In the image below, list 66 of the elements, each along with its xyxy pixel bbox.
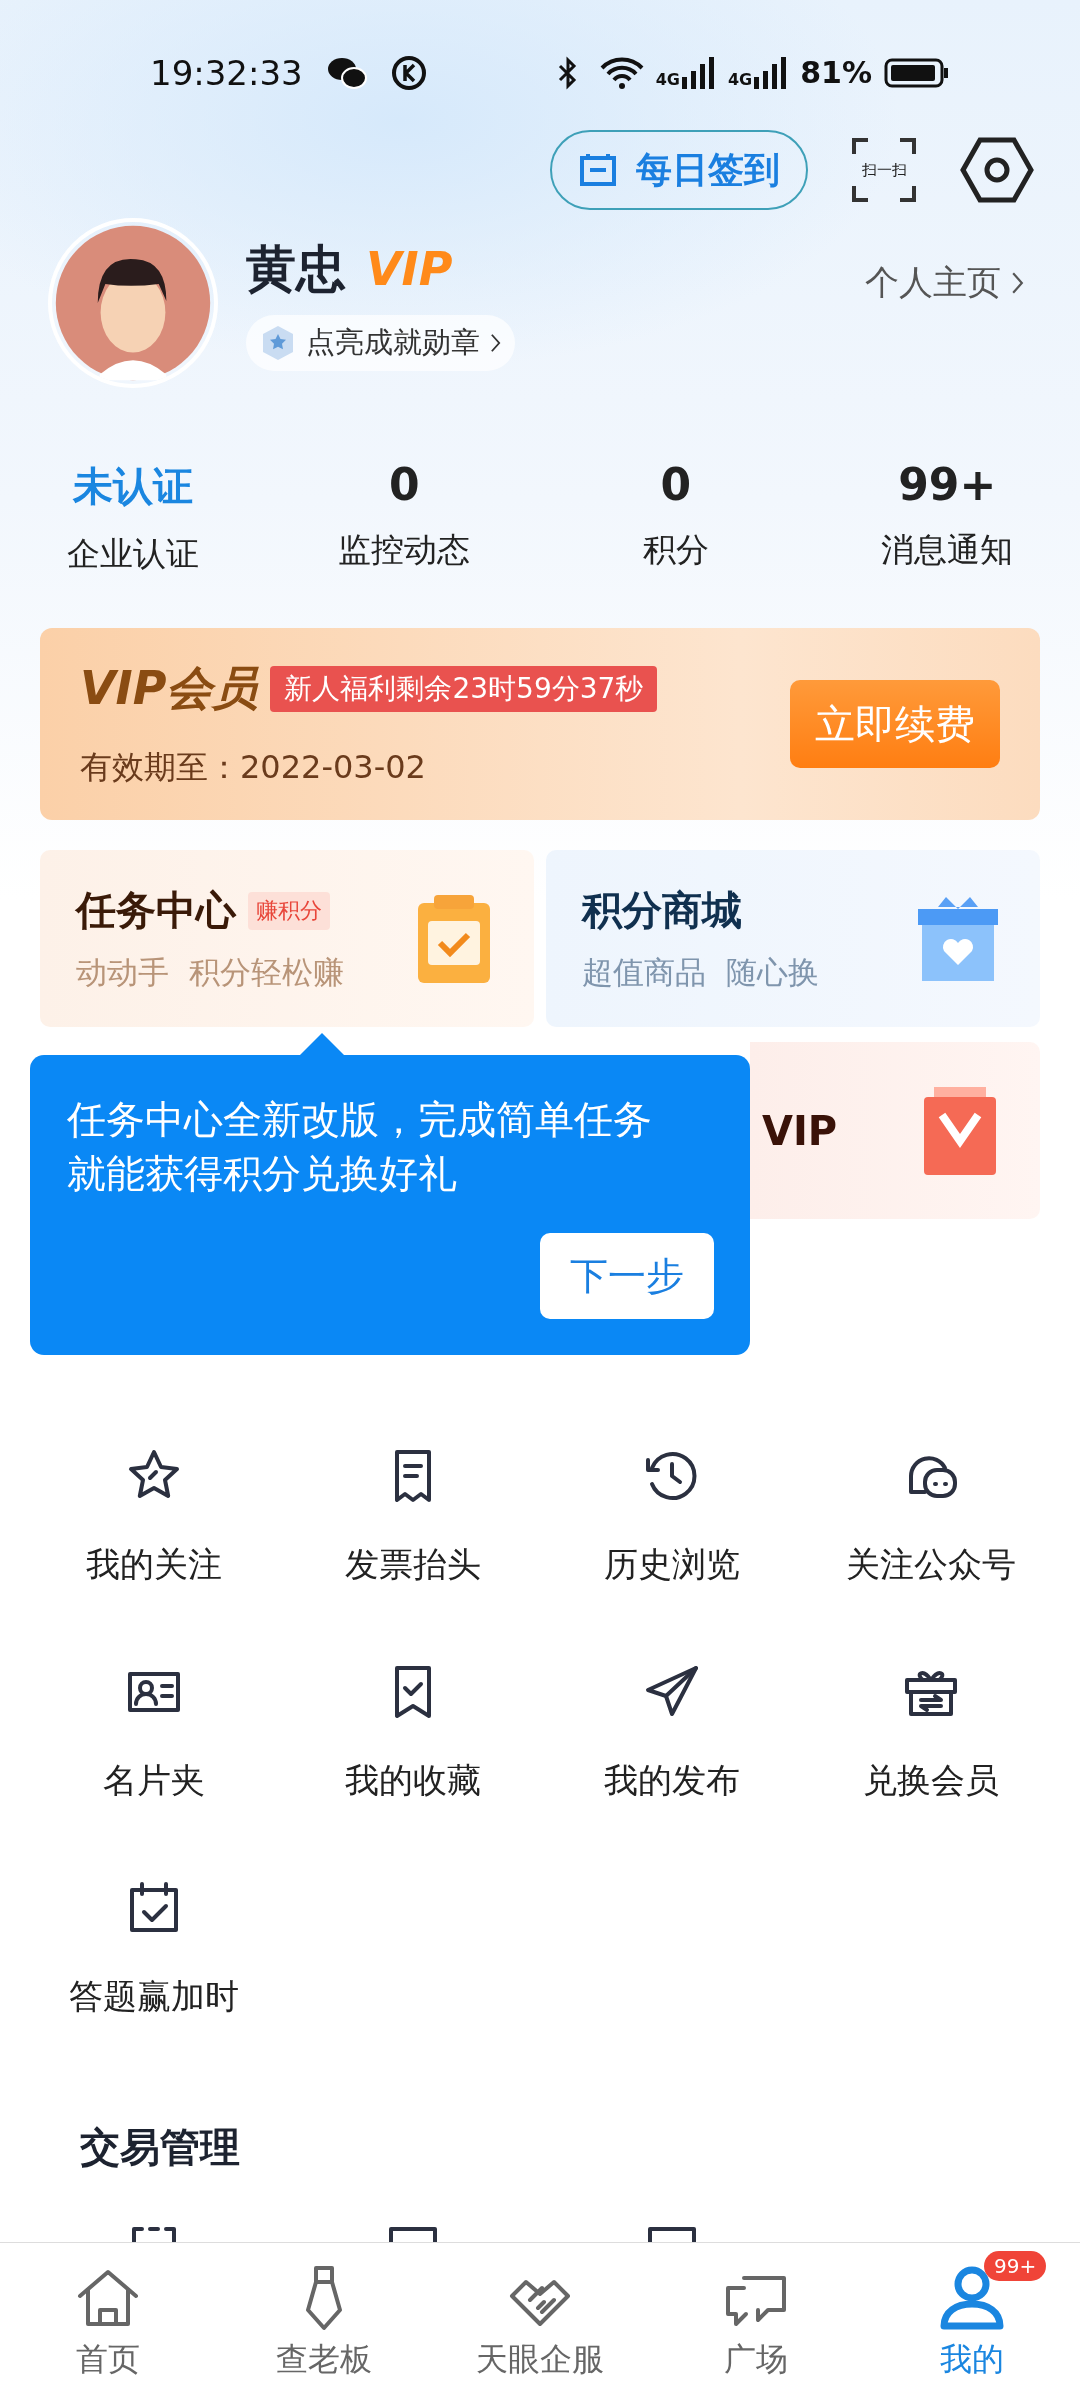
stat-item[interactable]: 未认证 企业认证 — [0, 458, 269, 578]
function-item[interactable]: 我的关注 — [25, 1444, 284, 1588]
daily-checkin-button[interactable]: 每日签到 — [550, 130, 808, 210]
k-circle-icon — [390, 54, 427, 91]
feature-card[interactable]: 积分商城 超值商品 随心换 — [546, 850, 1040, 1027]
calendar-icon — [578, 152, 618, 188]
medal-link[interactable]: 点亮成就勋章 — [246, 314, 515, 371]
expiry-date: 有效期至：2022-03-02 — [80, 747, 427, 788]
stat-label: 监控动态 — [338, 529, 471, 571]
card-subtitle: 动动手 积分轻松赚 — [76, 953, 345, 992]
user-name: 黄忠 — [246, 238, 346, 300]
stat-label: 企业认证 — [66, 533, 199, 575]
function-item[interactable]: 名片夹 — [25, 1660, 284, 1804]
scan-button[interactable]: 扫一扫 — [852, 138, 916, 202]
function-item[interactable]: 兑换会员 — [801, 1660, 1060, 1804]
function-item[interactable]: 发票抬头 — [283, 1444, 543, 1588]
tooltip-text: 任务中心全新改版，完成简单任务就能获得积分兑换好礼 — [67, 1096, 653, 1198]
network-type: 4G — [655, 69, 680, 89]
points-tag: 赚积分 — [248, 891, 330, 930]
section-title: 交易管理 — [80, 2123, 241, 2172]
clock-time: 19:32:33 — [150, 52, 303, 93]
function-item[interactable]: 我的发布 — [542, 1660, 802, 1804]
stat-value: 未认证 — [72, 462, 193, 511]
card-title: 积分商城 — [582, 886, 742, 935]
wifi-icon — [599, 55, 644, 90]
scan-frame-icon — [852, 138, 916, 202]
avatar[interactable] — [48, 218, 218, 388]
stat-item[interactable]: 99+ 消息通知 — [811, 458, 1080, 578]
function-item[interactable]: 关注公众号 — [801, 1444, 1060, 1588]
countdown-label: 新人福利剩余23时59分37秒 — [270, 666, 658, 712]
stat-value: 99+ — [898, 459, 997, 510]
chevron-right-icon — [490, 331, 501, 354]
function-item[interactable]: 答题赢加时 — [25, 1876, 284, 2020]
stat-item[interactable]: 0 监控动态 — [268, 458, 540, 578]
stat-value: 0 — [388, 459, 420, 510]
battery-icon — [884, 57, 950, 88]
feature-card[interactable]: VIP — [750, 1042, 1040, 1219]
battery-percent: 81% — [800, 55, 872, 90]
network-type: 4G — [727, 69, 753, 89]
signal-icon — [681, 56, 716, 89]
vip-label: VIP — [366, 242, 453, 296]
nav-tab[interactable]: 查老板 — [216, 2243, 432, 2400]
function-item[interactable]: 我的收藏 — [283, 1660, 543, 1804]
notification-badge: 99+ — [984, 2251, 1047, 2281]
stat-label: 积分 — [642, 529, 709, 571]
stat-value: 0 — [660, 459, 692, 510]
homepage-link[interactable]: 个人主页 — [859, 259, 1030, 307]
signal-icon — [754, 56, 789, 89]
nav-tab[interactable]: 天眼企服 — [432, 2243, 648, 2400]
chat-app-icon — [326, 55, 367, 90]
nav-tab[interactable]: 广场 — [648, 2243, 864, 2400]
card-subtitle: 超值商品 随心换 — [582, 953, 820, 992]
function-item[interactable]: 历史浏览 — [542, 1444, 802, 1588]
feature-card[interactable]: 任务中心 赚积分 动动手 积分轻松赚 — [40, 850, 534, 1027]
vip-card[interactable]: VIP会员 新人福利剩余23时59分37秒 有效期至：2022-03-02 立即续费 — [40, 628, 1040, 820]
medal-icon — [260, 323, 296, 362]
stat-item[interactable]: 0 积分 — [540, 458, 812, 578]
card-title: 任务中心 — [76, 886, 236, 935]
nav-tab[interactable]: 首页 — [0, 2243, 216, 2400]
card-title: VIP — [762, 1107, 838, 1154]
vip-title: VIP会员 — [80, 660, 259, 717]
settings-icon[interactable] — [960, 137, 1034, 203]
chevron-right-icon — [1011, 270, 1024, 296]
stat-label: 消息通知 — [881, 529, 1014, 571]
next-step-button[interactable]: 下一步 — [540, 1233, 714, 1319]
nav-tab[interactable]: 我的 99+ — [864, 2243, 1080, 2400]
